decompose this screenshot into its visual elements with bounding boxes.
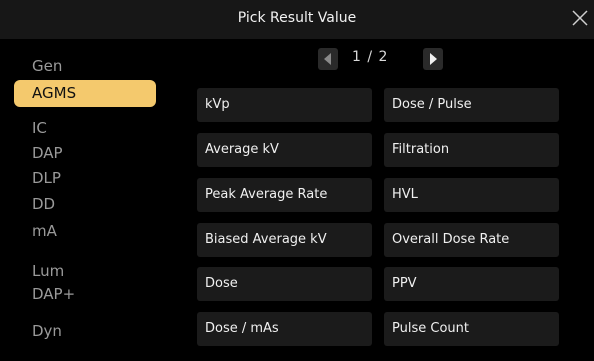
sidebar-item-dyn[interactable]: Dyn <box>14 318 156 345</box>
page-indicator: 1 / 2 <box>352 49 389 65</box>
triangle-left-icon <box>324 53 331 65</box>
next-page-button[interactable] <box>423 48 443 70</box>
pick-result-dialog: Pick Result Value Gen AGMS IC DAP DLP DD… <box>0 0 594 361</box>
sidebar-item-ma[interactable]: mA <box>14 218 156 245</box>
result-filtration-button[interactable]: Filtration <box>384 133 559 167</box>
result-overall-dose-rate-button[interactable]: Overall Dose Rate <box>384 223 559 257</box>
result-dose-button[interactable]: Dose <box>197 267 372 301</box>
result-hvl-button[interactable]: HVL <box>384 178 559 212</box>
result-average-kv-button[interactable]: Average kV <box>197 133 372 167</box>
dialog-title: Pick Result Value <box>237 10 357 26</box>
sidebar-item-dap[interactable]: DAP <box>14 140 156 167</box>
title-bar: Pick Result Value <box>0 0 594 39</box>
sidebar-item-agms[interactable]: AGMS <box>14 80 156 107</box>
triangle-right-icon <box>430 53 437 65</box>
sidebar-item-dd[interactable]: DD <box>14 191 156 218</box>
category-sidebar: Gen AGMS IC DAP DLP DD mA Lum DAP+ Dyn <box>0 39 160 361</box>
close-icon[interactable] <box>570 8 590 28</box>
sidebar-item-dlp[interactable]: DLP <box>14 165 156 192</box>
previous-page-button[interactable] <box>318 48 338 70</box>
sidebar-item-dap-plus[interactable]: DAP+ <box>14 281 156 308</box>
result-biased-average-kv-button[interactable]: Biased Average kV <box>197 223 372 257</box>
sidebar-item-ic[interactable]: IC <box>14 115 156 142</box>
result-dose-per-pulse-button[interactable]: Dose / Pulse <box>384 88 559 122</box>
result-dose-per-mas-button[interactable]: Dose / mAs <box>197 312 372 346</box>
result-ppv-button[interactable]: PPV <box>384 267 559 301</box>
sidebar-item-gen[interactable]: Gen <box>14 53 156 80</box>
result-peak-average-rate-button[interactable]: Peak Average Rate <box>197 178 372 212</box>
result-kvp-button[interactable]: kVp <box>197 88 372 122</box>
result-pulse-count-button[interactable]: Pulse Count <box>384 312 559 346</box>
